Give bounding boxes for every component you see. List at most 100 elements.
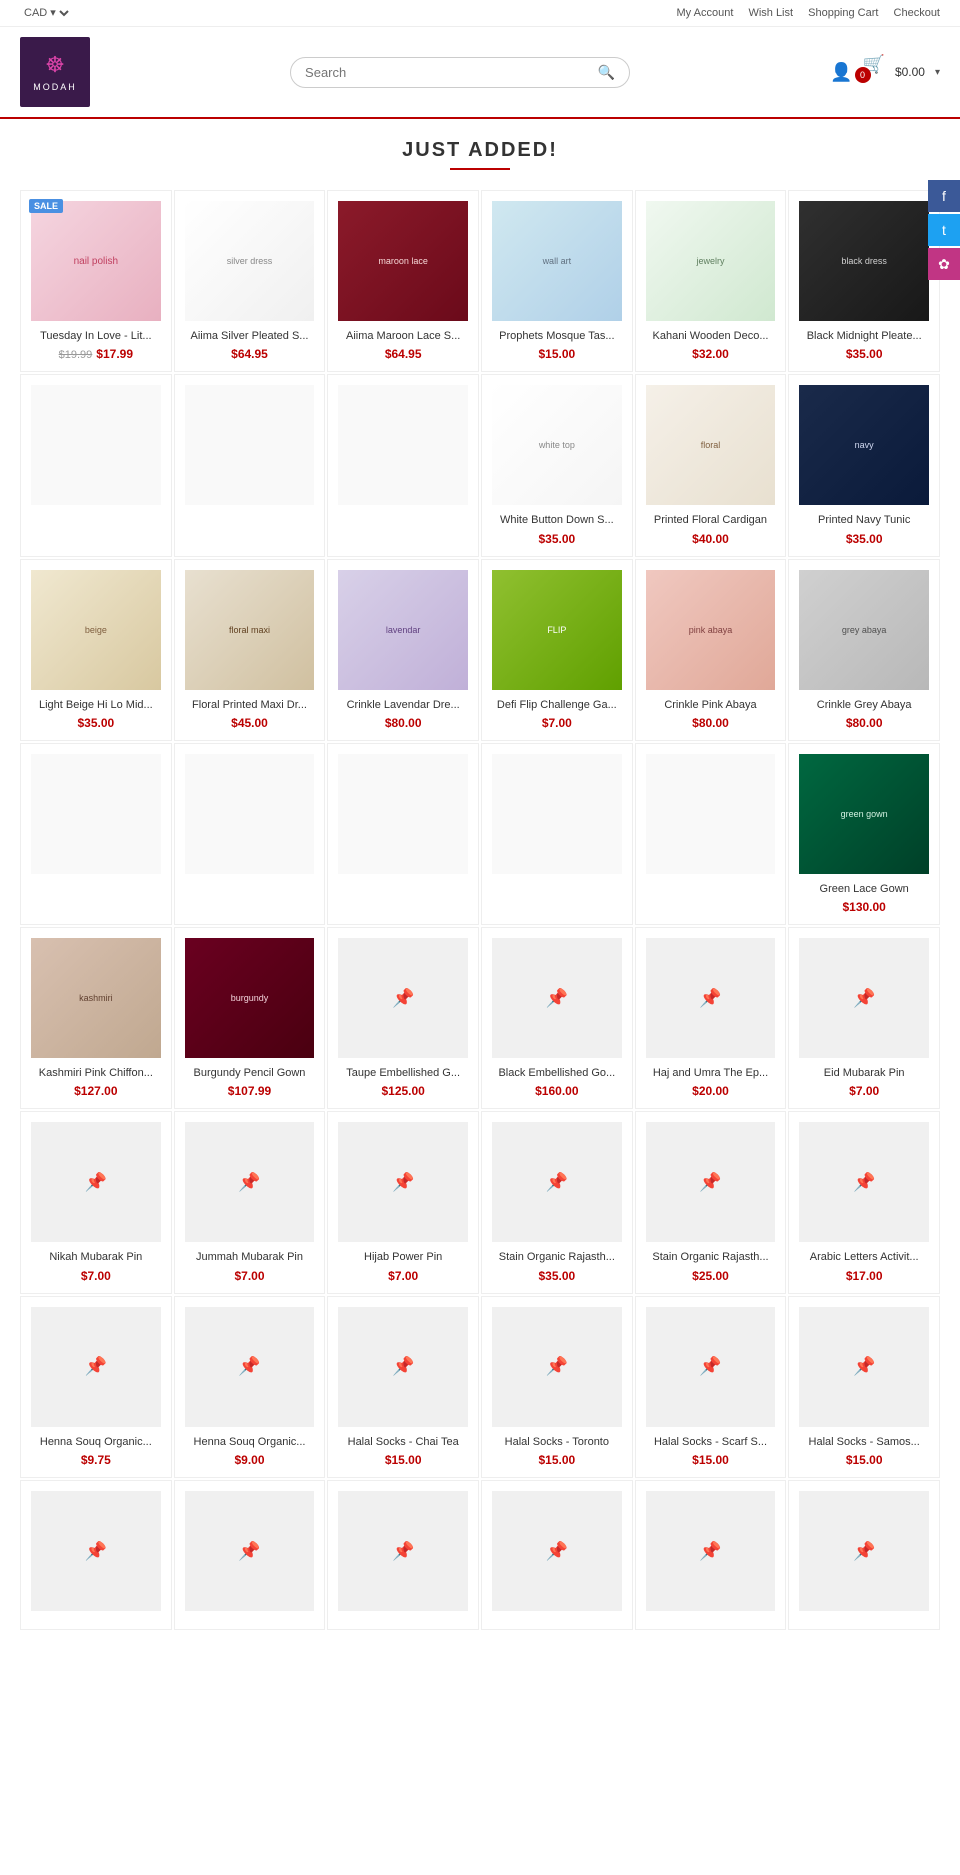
product-name: Hijab Power Pin — [338, 1250, 468, 1264]
twitter-link[interactable]: t — [928, 214, 960, 246]
product-card[interactable]: jewelryKahani Wooden Deco...$32.00 — [635, 190, 787, 372]
product-card[interactable]: navyPrinted Navy Tunic$35.00 — [788, 374, 940, 556]
product-card[interactable]: 📌Halal Socks - Toronto$15.00 — [481, 1296, 633, 1478]
product-card[interactable] — [327, 374, 479, 556]
product-card[interactable]: 📌Taupe Embellished G...$125.00 — [327, 927, 479, 1109]
product-original-price: $19.99 — [59, 349, 93, 361]
facebook-link[interactable]: f — [928, 180, 960, 212]
product-sale-price: $35.00 — [77, 716, 114, 730]
product-card[interactable]: kashmiriKashmiri Pink Chiffon...$127.00 — [20, 927, 172, 1109]
product-name: Prophets Mosque Tas... — [492, 329, 622, 343]
my-account-link[interactable]: My Account — [677, 7, 734, 19]
product-sale-price: $7.00 — [81, 1269, 111, 1283]
product-sale-price: $7.00 — [388, 1269, 418, 1283]
product-image-placeholder: 📌 — [185, 1122, 315, 1242]
product-card[interactable]: 📌Halal Socks - Samos...$15.00 — [788, 1296, 940, 1478]
product-card[interactable]: pink abayaCrinkle Pink Abaya$80.00 — [635, 559, 787, 741]
product-card[interactable]: silver dressAiima Silver Pleated S...$64… — [174, 190, 326, 372]
cart-dropdown-icon[interactable]: ▾ — [935, 67, 940, 78]
product-card[interactable]: 📌Henna Souq Organic...$9.75 — [20, 1296, 172, 1478]
product-card[interactable]: grey abayaCrinkle Grey Abaya$80.00 — [788, 559, 940, 741]
product-card[interactable]: 📌Black Embellished Go...$160.00 — [481, 927, 633, 1109]
product-card[interactable]: floralPrinted Floral Cardigan$40.00 — [635, 374, 787, 556]
product-card[interactable] — [174, 374, 326, 556]
instagram-link[interactable]: ✿ — [928, 248, 960, 280]
product-card[interactable]: 📌 — [788, 1480, 940, 1630]
product-card[interactable]: 📌 — [481, 1480, 633, 1630]
product-card[interactable]: 📌Arabic Letters Activit...$17.00 — [788, 1111, 940, 1293]
product-card[interactable]: 📌 Henna Souq Organic... $9.00 — [174, 1296, 326, 1478]
cart-total: $0.00 — [895, 65, 925, 79]
product-card[interactable]: 📌 — [327, 1480, 479, 1630]
product-card[interactable]: 📌 — [20, 1480, 172, 1630]
product-price-container: $80.00 — [646, 716, 776, 730]
product-image-placeholder: 📌 — [799, 1122, 929, 1242]
product-name: Printed Floral Cardigan — [646, 513, 776, 527]
product-card[interactable] — [20, 374, 172, 556]
product-card[interactable] — [481, 743, 633, 925]
product-name: Henna Souq Organic... — [185, 1435, 315, 1449]
product-card[interactable]: FLIPDefi Flip Challenge Ga...$7.00 — [481, 559, 633, 741]
product-card[interactable] — [635, 743, 787, 925]
logo[interactable]: ☸ MODAH — [20, 37, 90, 107]
product-card[interactable] — [327, 743, 479, 925]
product-card[interactable]: 📌Nikah Mubarak Pin$7.00 — [20, 1111, 172, 1293]
product-card[interactable]: green gownGreen Lace Gown$130.00 — [788, 743, 940, 925]
product-image-placeholder: 📌 — [185, 1307, 315, 1427]
product-card[interactable]: 📌Eid Mubarak Pin$7.00 — [788, 927, 940, 1109]
search-bar[interactable]: 🔍 — [290, 57, 630, 88]
product-price-container: $64.95 — [185, 347, 315, 361]
user-icon[interactable]: 👤 — [830, 62, 852, 83]
product-sale-price: $125.00 — [381, 1084, 424, 1098]
product-card[interactable]: black dressBlack Midnight Pleate...$35.0… — [788, 190, 940, 372]
product-card[interactable]: 📌Halal Socks - Scarf S...$15.00 — [635, 1296, 787, 1478]
product-price-container: $130.00 — [799, 900, 929, 914]
product-card[interactable]: 📌Stain Organic Rajasth...$35.00 — [481, 1111, 633, 1293]
pin-icon: 📌 — [392, 988, 414, 1009]
search-icon[interactable]: 🔍 — [598, 64, 615, 81]
product-card[interactable] — [20, 743, 172, 925]
product-price-container: $9.00 — [185, 1453, 315, 1467]
shopping-cart-link[interactable]: Shopping Cart — [808, 7, 878, 19]
product-card[interactable]: maroon laceAiima Maroon Lace S...$64.95 — [327, 190, 479, 372]
product-sale-price: $45.00 — [231, 716, 268, 730]
product-card[interactable] — [174, 743, 326, 925]
product-card[interactable]: lavendarCrinkle Lavendar Dre...$80.00 — [327, 559, 479, 741]
product-card[interactable]: SALEnail polishTuesday In Love - Lit...$… — [20, 190, 172, 372]
currency-selector[interactable]: CAD ▾ — [20, 6, 72, 20]
product-card[interactable]: 📌Haj and Umra The Ep...$20.00 — [635, 927, 787, 1109]
product-card[interactable]: beigeLight Beige Hi Lo Mid...$35.00 — [20, 559, 172, 741]
product-card[interactable]: 📌Hijab Power Pin$7.00 — [327, 1111, 479, 1293]
product-image-empty — [31, 385, 161, 505]
product-image: green gown — [799, 754, 929, 874]
product-card[interactable]: 📌 — [174, 1480, 326, 1630]
product-image: white top — [492, 385, 622, 505]
currency-dropdown[interactable]: CAD ▾ — [20, 6, 72, 20]
product-card[interactable]: 📌Halal Socks - Chai Tea$15.00 — [327, 1296, 479, 1478]
product-name: Halal Socks - Samos... — [799, 1435, 929, 1449]
product-card[interactable]: 📌Jummah Mubarak Pin$7.00 — [174, 1111, 326, 1293]
product-card[interactable]: burgundyBurgundy Pencil Gown$107.99 — [174, 927, 326, 1109]
wish-list-link[interactable]: Wish List — [748, 7, 793, 19]
product-price-container: $32.00 — [646, 347, 776, 361]
search-input[interactable] — [305, 65, 598, 80]
product-sale-price: $17.00 — [846, 1269, 883, 1283]
product-image-empty — [338, 754, 468, 874]
facebook-icon: f — [942, 188, 946, 204]
product-price-container: $15.00 — [492, 1453, 622, 1467]
product-sale-price: $130.00 — [842, 900, 885, 914]
header: ☸ MODAH 🔍 👤 🛒 0 $0.00 ▾ — [0, 27, 960, 119]
cart-icon-wrapper[interactable]: 🛒 0 — [863, 54, 885, 91]
product-price-container: $15.00 — [799, 1453, 929, 1467]
checkout-link[interactable]: Checkout — [894, 7, 940, 19]
product-card[interactable]: 📌Stain Organic Rajasth...$25.00 — [635, 1111, 787, 1293]
pin-icon: 📌 — [392, 1356, 414, 1377]
product-card[interactable]: floral maxiFloral Printed Maxi Dr...$45.… — [174, 559, 326, 741]
product-card[interactable]: white topWhite Button Down S...$35.00 — [481, 374, 633, 556]
product-card[interactable]: wall artProphets Mosque Tas...$15.00 — [481, 190, 633, 372]
logo-text: MODAH — [33, 82, 77, 92]
pin-icon: 📌 — [699, 988, 721, 1009]
product-card[interactable]: 📌 — [635, 1480, 787, 1630]
product-sale-price: $127.00 — [74, 1084, 117, 1098]
logo-symbol: ☸ — [45, 52, 65, 78]
